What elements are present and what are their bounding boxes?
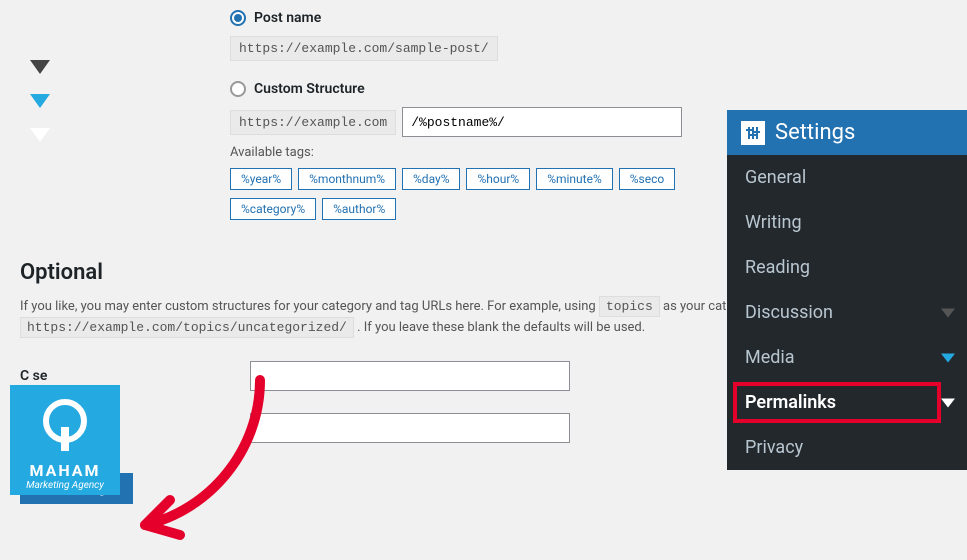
settings-icon xyxy=(741,121,765,145)
settings-header[interactable]: Settings xyxy=(727,110,967,155)
tag-day[interactable]: %day% xyxy=(402,168,460,190)
tag-author[interactable]: %author% xyxy=(322,198,396,220)
chevron-down-icon xyxy=(941,353,955,362)
post-name-label: Post name xyxy=(254,10,321,26)
post-name-url: https://example.com/sample-post/ xyxy=(230,36,498,61)
tag-base-input[interactable] xyxy=(250,413,570,443)
decorative-triangles xyxy=(30,60,50,142)
desc-part1: If you like, you may enter custom struct… xyxy=(20,299,599,314)
custom-base-url: https://example.com xyxy=(230,110,396,135)
settings-title: Settings xyxy=(775,120,855,145)
triangle-blue-icon xyxy=(30,94,50,108)
category-base-label: C se xyxy=(20,368,250,384)
settings-label-permalinks: Permalinks xyxy=(745,392,836,413)
settings-label-privacy: Privacy xyxy=(745,437,803,458)
maham-logo: MAHAM Marketing Agency xyxy=(10,385,120,495)
settings-label-general: General xyxy=(745,167,806,188)
custom-structure-label: Custom Structure xyxy=(254,81,365,97)
desc-part2: as your cate xyxy=(663,299,733,314)
radio-checked-icon xyxy=(230,10,246,26)
logo-tagline: Marketing Agency xyxy=(26,480,104,491)
settings-item-privacy[interactable]: Privacy xyxy=(727,425,967,470)
logo-name: MAHAM xyxy=(29,461,100,480)
triangle-dark-icon xyxy=(30,60,50,74)
chevron-down-icon xyxy=(941,308,955,317)
desc-code-url: https://example.com/topics/uncategorized… xyxy=(20,317,354,338)
settings-item-writing[interactable]: Writing xyxy=(727,200,967,245)
desc-code-topics: topics xyxy=(599,296,660,317)
custom-structure-input[interactable] xyxy=(402,107,682,137)
settings-label-reading: Reading xyxy=(745,257,810,278)
settings-label-discussion: Discussion xyxy=(745,302,833,323)
category-base-input[interactable] xyxy=(250,361,570,391)
tag-year[interactable]: %year% xyxy=(230,168,292,190)
settings-label-writing: Writing xyxy=(745,212,802,233)
tag-second[interactable]: %seco xyxy=(619,168,675,190)
logo-circle-icon xyxy=(43,399,87,443)
tag-hour[interactable]: %hour% xyxy=(466,168,530,190)
chevron-down-icon xyxy=(941,398,955,407)
tag-minute[interactable]: %minute% xyxy=(536,168,613,190)
settings-menu: Settings General Writing Reading Discuss… xyxy=(727,110,967,470)
settings-item-reading[interactable]: Reading xyxy=(727,245,967,290)
settings-label-media: Media xyxy=(745,347,795,368)
settings-item-permalinks[interactable]: Permalinks xyxy=(727,380,967,425)
tag-monthnum[interactable]: %monthnum% xyxy=(298,168,396,190)
permalink-custom-radio[interactable]: Custom Structure xyxy=(230,81,365,97)
settings-item-general[interactable]: General xyxy=(727,155,967,200)
triangle-white-icon xyxy=(30,128,50,142)
permalink-post-name-radio[interactable]: Post name xyxy=(230,10,321,26)
desc-part3: . If you leave these blank the defaults … xyxy=(357,320,645,335)
settings-item-discussion[interactable]: Discussion xyxy=(727,290,967,335)
settings-item-media[interactable]: Media xyxy=(727,335,967,380)
radio-unchecked-icon xyxy=(230,81,246,97)
tag-category[interactable]: %category% xyxy=(230,198,316,220)
